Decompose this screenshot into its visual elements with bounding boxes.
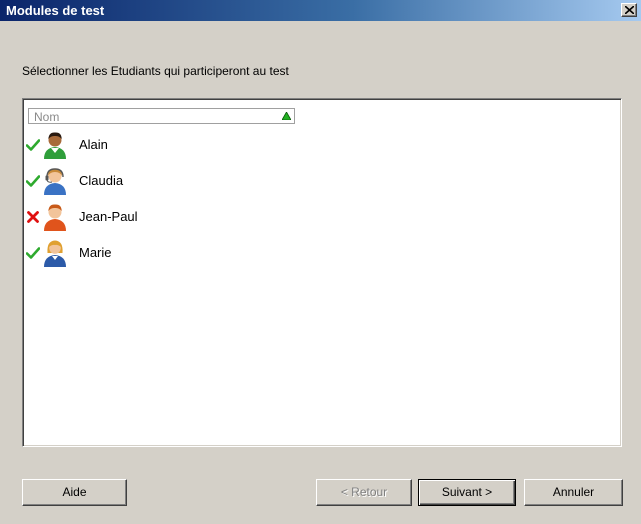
student-row-jean-paul[interactable]: Jean-Paul [23, 199, 621, 235]
cross-icon[interactable] [26, 210, 40, 224]
close-icon [625, 6, 634, 14]
next-button[interactable]: Suivant > [418, 479, 516, 506]
title-bar[interactable]: Modules de test [0, 0, 641, 21]
sort-ascending-icon [282, 112, 291, 120]
dialog-window: Modules de test Sélectionner les Etudian… [0, 0, 641, 524]
student-name: Alain [79, 137, 108, 152]
help-button[interactable]: Aide [22, 479, 127, 506]
student-name: Claudia [79, 173, 124, 188]
student-row-alain[interactable]: Alain [23, 127, 621, 163]
student-row-marie[interactable]: Marie [23, 235, 621, 271]
student-row-claudia[interactable]: Claudia [23, 163, 621, 199]
user-orange-icon [44, 204, 66, 231]
close-button[interactable] [621, 3, 637, 17]
column-header-label: Nom [34, 110, 60, 124]
check-icon[interactable] [26, 246, 40, 260]
user-blue-icon [44, 240, 66, 267]
check-icon[interactable] [26, 138, 40, 152]
instruction-text: Sélectionner les Etudiants qui participe… [22, 64, 289, 78]
user-headset-icon [44, 168, 66, 195]
student-name: Jean-Paul [79, 209, 138, 224]
students-list[interactable]: Nom Alain Claudia Jean-Paul Marie [22, 98, 622, 447]
back-button[interactable]: < Retour [316, 479, 412, 506]
student-name: Marie [79, 245, 112, 260]
cancel-button[interactable]: Annuler [524, 479, 623, 506]
window-title: Modules de test [6, 3, 105, 18]
user-green-icon [44, 132, 66, 159]
check-icon[interactable] [26, 174, 40, 188]
column-header-name[interactable]: Nom [28, 108, 295, 124]
